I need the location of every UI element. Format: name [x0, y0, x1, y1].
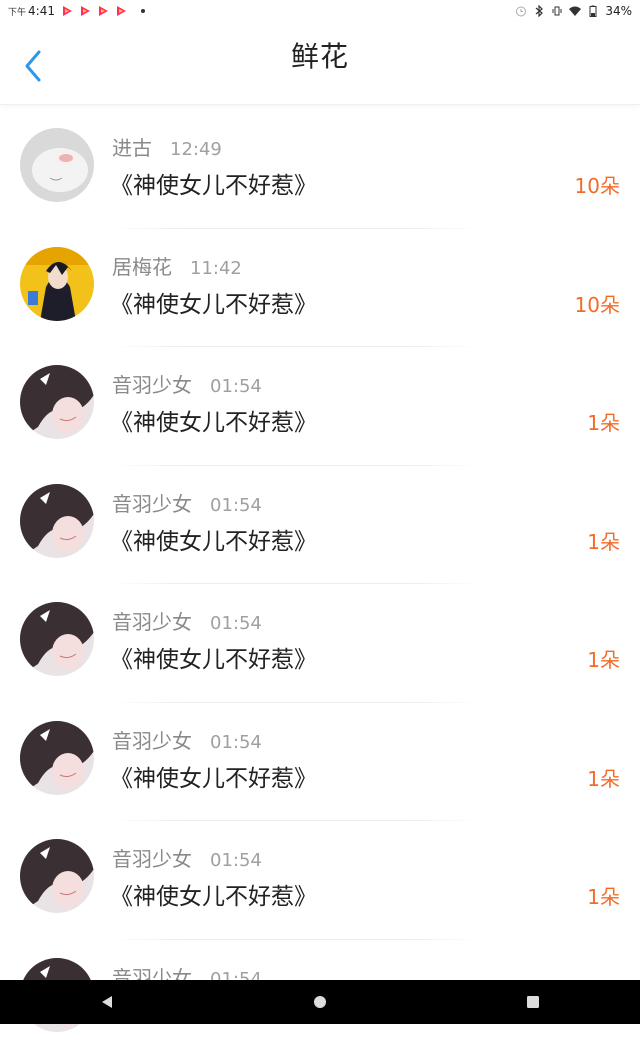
sender-name: 进古 [112, 132, 152, 161]
anime-girl-avatar[interactable] [20, 721, 94, 795]
flower-amount: 1朵 [587, 881, 620, 910]
flower-amount: 1朵 [587, 526, 620, 555]
list-item[interactable]: 音羽少女 01:54 《神使女儿不好惹》 1朵 [0, 347, 640, 466]
sender-name: 音羽少女 [112, 488, 192, 517]
book-title: 《神使女儿不好惹》 [110, 285, 317, 319]
sent-time: 11:42 [190, 258, 242, 279]
nav-back-button[interactable] [87, 982, 127, 1022]
flower-amount: 10朵 [575, 289, 620, 318]
system-nav-bar [0, 980, 640, 1024]
item-meta: 音羽少女 01:54 [112, 488, 262, 517]
sender-name: 居梅花 [112, 251, 172, 280]
header: 鲜花 [0, 22, 640, 105]
anime-boy-avatar[interactable] [20, 247, 94, 321]
anime-girl-avatar[interactable] [20, 602, 94, 676]
book-title: 《神使女儿不好惹》 [110, 522, 317, 556]
book-title: 《神使女儿不好惹》 [110, 640, 317, 674]
page-title: 鲜花 [0, 6, 640, 104]
anime-girl-avatar[interactable] [20, 365, 94, 439]
recents-square-icon [525, 994, 541, 1010]
flower-amount: 1朵 [587, 407, 620, 436]
anime-girl-avatar[interactable] [20, 839, 94, 913]
item-meta: 居梅花 11:42 [112, 251, 242, 280]
flower-list: 进古 12:49 《神使女儿不好惹》 10朵 居梅花 11:42 《神使女儿不好… [0, 110, 640, 1058]
sent-time: 01:54 [210, 613, 262, 634]
home-circle-icon [312, 994, 328, 1010]
book-title: 《神使女儿不好惹》 [110, 877, 317, 911]
sender-name: 音羽少女 [112, 606, 192, 635]
nav-recents-button[interactable] [513, 982, 553, 1022]
list-item[interactable]: 居梅花 11:42 《神使女儿不好惹》 10朵 [0, 229, 640, 348]
flower-amount: 10朵 [575, 170, 620, 199]
sent-time: 01:54 [210, 732, 262, 753]
cat-avatar[interactable] [20, 128, 94, 202]
anime-girl-avatar[interactable] [20, 484, 94, 558]
flower-amount: 1朵 [587, 644, 620, 673]
sent-time: 01:54 [210, 376, 262, 397]
sent-time: 01:54 [210, 850, 262, 871]
list-item[interactable]: 音羽少女 01:54 《神使女儿不好惹》 1朵 [0, 703, 640, 822]
item-meta: 音羽少女 01:54 [112, 606, 262, 635]
nav-home-button[interactable] [300, 982, 340, 1022]
list-item[interactable]: 进古 12:49 《神使女儿不好惹》 10朵 [0, 110, 640, 229]
sender-name: 音羽少女 [112, 369, 192, 398]
back-triangle-icon [99, 994, 115, 1010]
item-meta: 音羽少女 01:54 [112, 369, 262, 398]
book-title: 《神使女儿不好惹》 [110, 166, 317, 200]
sent-time: 12:49 [170, 139, 222, 160]
sender-name: 音羽少女 [112, 843, 192, 872]
item-meta: 音羽少女 01:54 [112, 725, 262, 754]
flower-amount: 1朵 [587, 763, 620, 792]
list-item[interactable]: 音羽少女 01:54 《神使女儿不好惹》 1朵 [0, 466, 640, 585]
sender-name: 音羽少女 [112, 725, 192, 754]
book-title: 《神使女儿不好惹》 [110, 403, 317, 437]
item-meta: 进古 12:49 [112, 132, 222, 161]
book-title: 《神使女儿不好惹》 [110, 759, 317, 793]
list-item[interactable]: 音羽少女 01:54 《神使女儿不好惹》 1朵 [0, 584, 640, 703]
item-meta: 音羽少女 01:54 [112, 843, 262, 872]
list-item[interactable]: 音羽少女 01:54 《神使女儿不好惹》 1朵 [0, 821, 640, 940]
sent-time: 01:54 [210, 495, 262, 516]
